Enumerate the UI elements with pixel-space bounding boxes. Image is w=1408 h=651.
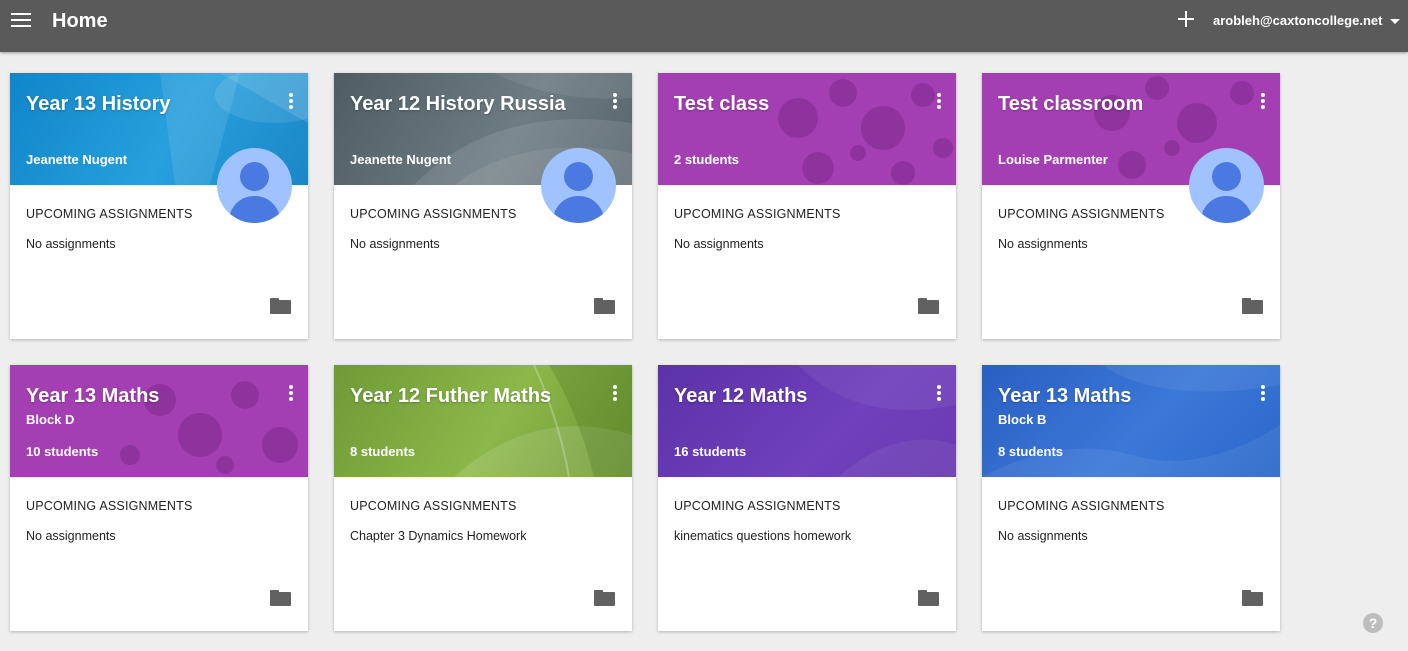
- folder-icon[interactable]: [270, 298, 291, 314]
- class-student-count: 8 students: [998, 444, 1064, 459]
- more-options-icon[interactable]: [936, 385, 942, 403]
- assignment-text: No assignments: [674, 237, 764, 251]
- folder-icon[interactable]: [918, 298, 939, 314]
- upcoming-assignments-label: UPCOMING ASSIGNMENTS: [350, 499, 517, 513]
- class-name[interactable]: Year 12 Futher Maths: [350, 384, 551, 408]
- class-student-count: 16 students: [674, 444, 747, 459]
- class-card: Year 12 History Russia Jeanette Nugent U…: [334, 73, 632, 339]
- banner-pattern: [454, 365, 632, 477]
- class-name[interactable]: Test classroom: [998, 92, 1143, 116]
- teacher-avatar-icon: [217, 148, 292, 223]
- assignment-text: No assignments: [26, 237, 116, 251]
- class-banner[interactable]: Year 13 Maths Block D 10 students: [10, 365, 308, 477]
- assignment-link[interactable]: Chapter 3 Dynamics Homework: [350, 529, 526, 543]
- account-menu[interactable]: arobleh@caxtoncollege.net: [1213, 13, 1401, 28]
- more-options-icon[interactable]: [936, 93, 942, 111]
- class-card: Year 13 Maths Block D 10 students UPCOMI…: [10, 365, 308, 631]
- more-options-icon[interactable]: [612, 385, 618, 403]
- more-options-icon[interactable]: [288, 93, 294, 111]
- more-options-icon[interactable]: [1260, 385, 1266, 403]
- upcoming-assignments-label: UPCOMING ASSIGNMENTS: [674, 207, 841, 221]
- class-card: Year 12 Maths 16 students UPCOMING ASSIG…: [658, 365, 956, 631]
- assignment-text: No assignments: [26, 529, 116, 543]
- teacher-avatar-icon: [541, 148, 616, 223]
- page-title: Home: [52, 10, 108, 32]
- assignment-text: No assignments: [350, 237, 440, 251]
- class-teacher: Louise Parmenter: [998, 152, 1108, 167]
- folder-icon[interactable]: [1242, 298, 1263, 314]
- class-name[interactable]: Year 12 Maths: [674, 384, 807, 408]
- class-name[interactable]: Year 13 History: [26, 92, 171, 116]
- folder-icon[interactable]: [918, 590, 939, 606]
- class-name[interactable]: Year 13 Maths: [998, 384, 1131, 408]
- upcoming-assignments-label: UPCOMING ASSIGNMENTS: [26, 499, 193, 513]
- folder-icon[interactable]: [270, 590, 291, 606]
- upcoming-assignments-label: UPCOMING ASSIGNMENTS: [26, 207, 193, 221]
- class-name[interactable]: Year 13 Maths: [26, 384, 159, 408]
- class-section: Block D: [26, 412, 75, 427]
- assignment-text: No assignments: [998, 529, 1088, 543]
- class-card: Year 13 History Jeanette Nugent UPCOMING…: [10, 73, 308, 339]
- folder-icon[interactable]: [594, 298, 615, 314]
- class-student-count: 8 students: [350, 444, 416, 459]
- upcoming-assignments-label: UPCOMING ASSIGNMENTS: [674, 499, 841, 513]
- upcoming-assignments-label: UPCOMING ASSIGNMENTS: [998, 207, 1165, 221]
- help-icon[interactable]: ?: [1363, 613, 1383, 633]
- class-card: Year 12 Futher Maths 8 students UPCOMING…: [334, 365, 632, 631]
- class-teacher: Jeanette Nugent: [350, 152, 452, 167]
- more-options-icon[interactable]: [1260, 93, 1266, 111]
- upcoming-assignments-label: UPCOMING ASSIGNMENTS: [350, 207, 517, 221]
- folder-icon[interactable]: [1242, 590, 1263, 606]
- teacher-avatar-icon: [1189, 148, 1264, 223]
- class-section: Block B: [998, 412, 1047, 427]
- class-teacher: Jeanette Nugent: [26, 152, 128, 167]
- assignment-link[interactable]: kinematics questions homework: [674, 529, 851, 543]
- hamburger-menu-icon[interactable]: [11, 13, 31, 29]
- class-card: Test classroom Louise Parmenter UPCOMING…: [982, 73, 1280, 339]
- upcoming-assignments-label: UPCOMING ASSIGNMENTS: [998, 499, 1165, 513]
- class-banner[interactable]: Test class 2 students: [658, 73, 956, 185]
- folder-icon[interactable]: [594, 590, 615, 606]
- class-banner[interactable]: Year 13 Maths Block B 8 students: [982, 365, 1280, 477]
- more-options-icon[interactable]: [288, 385, 294, 403]
- class-student-count: 2 students: [674, 152, 740, 167]
- class-banner[interactable]: Year 12 Futher Maths 8 students: [334, 365, 632, 477]
- class-banner[interactable]: Year 12 Maths 16 students: [658, 365, 956, 477]
- assignment-text: No assignments: [998, 237, 1088, 251]
- app-header: Home arobleh@caxtoncollege.net: [0, 0, 1408, 52]
- class-card: Year 13 Maths Block B 8 students UPCOMIN…: [982, 365, 1280, 631]
- class-student-count: 10 students: [26, 444, 99, 459]
- class-name[interactable]: Year 12 History Russia: [350, 92, 566, 116]
- class-name[interactable]: Test class: [674, 92, 769, 116]
- more-options-icon[interactable]: [612, 93, 618, 111]
- class-card: Test class 2 students UPCOMING ASSIGNMEN…: [658, 73, 956, 339]
- account-email: arobleh@caxtoncollege.net: [1213, 13, 1383, 28]
- banner-pattern: [798, 365, 956, 477]
- caret-down-icon: [1390, 19, 1401, 25]
- banner-pattern: [778, 79, 953, 185]
- add-class-icon[interactable]: [1176, 9, 1196, 29]
